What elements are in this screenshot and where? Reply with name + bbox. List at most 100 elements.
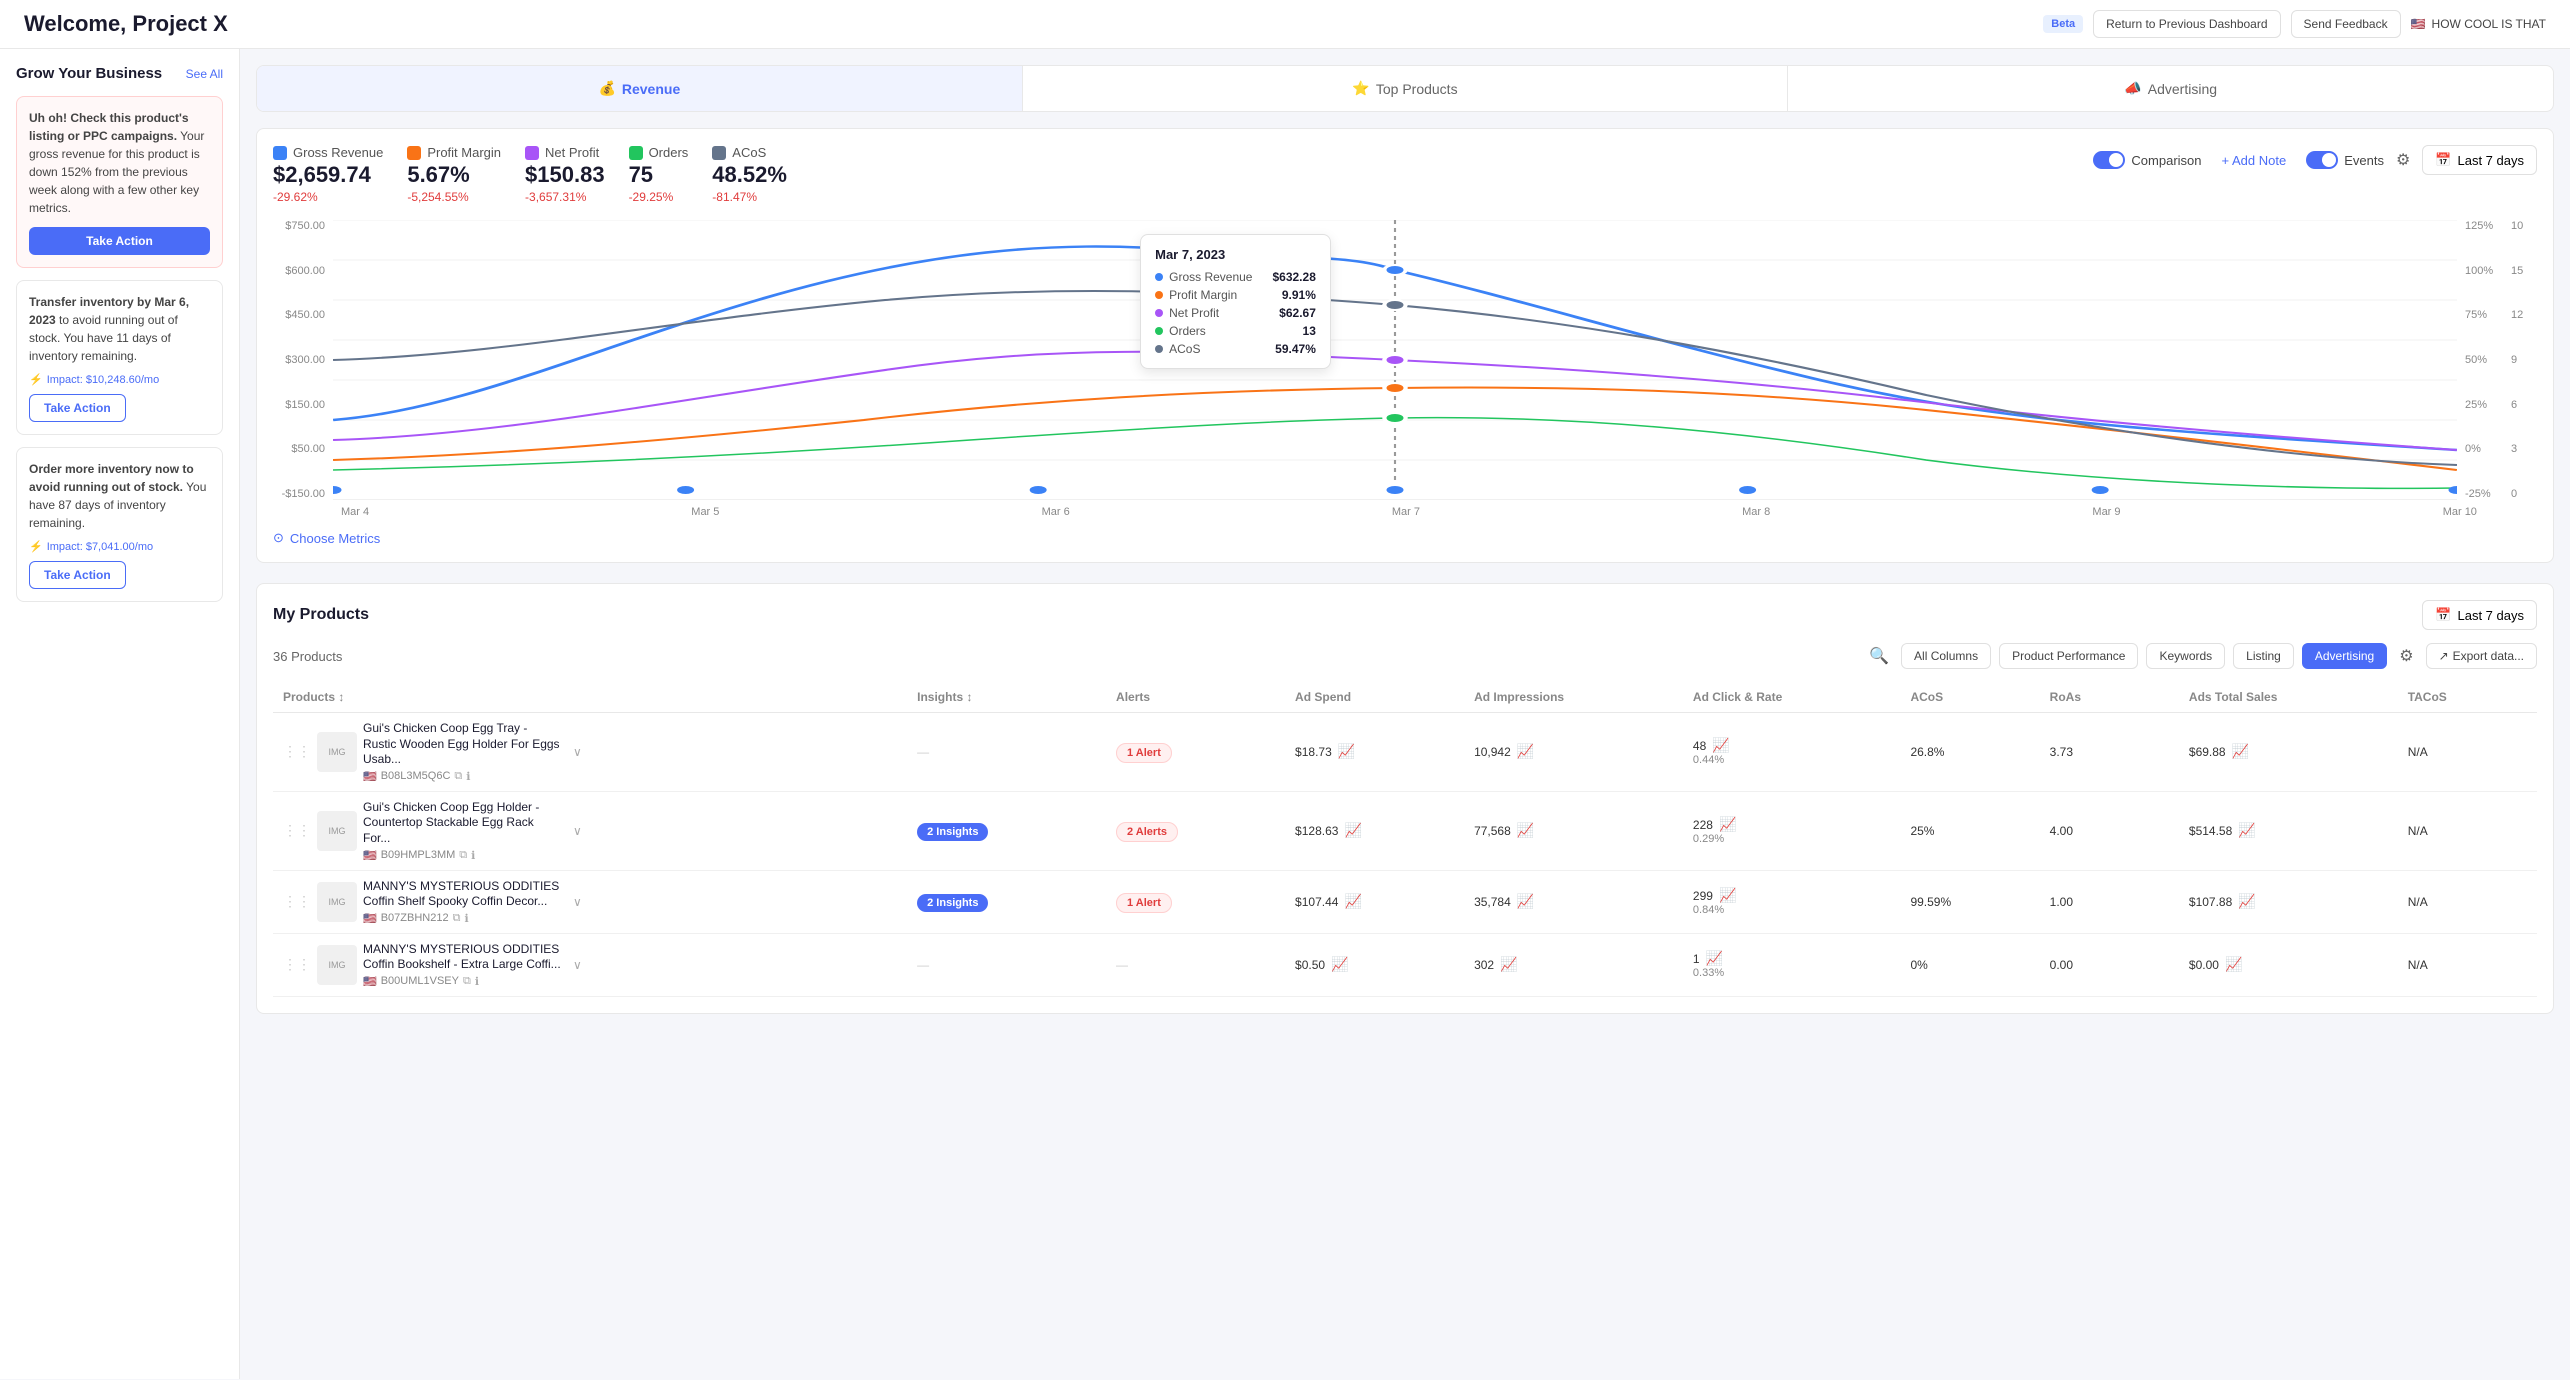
ad-spend-chart-icon[interactable]: 📈 bbox=[1331, 956, 1348, 973]
listing-button[interactable]: Listing bbox=[2233, 643, 2294, 669]
th-insights[interactable]: Insights ↕ bbox=[907, 682, 1106, 713]
advertising-column-button[interactable]: Advertising bbox=[2302, 643, 2387, 669]
ad-click-chart-icon[interactable]: 📈 bbox=[1712, 737, 1729, 754]
export-button[interactable]: ↗ Export data... bbox=[2426, 643, 2537, 669]
ads-total-sales-chart-icon[interactable]: 📈 bbox=[2232, 743, 2249, 760]
user-info: 🇺🇸 HOW COOL IS THAT bbox=[2411, 17, 2546, 31]
products-table: Products ↕ Insights ↕ Alerts Ad Spend bbox=[273, 682, 2537, 997]
take-action-button-1[interactable]: Take Action bbox=[29, 227, 210, 255]
comparison-toggle-switch[interactable] bbox=[2093, 151, 2125, 169]
ad-spend-chart-icon[interactable]: 📈 bbox=[1344, 822, 1361, 839]
tab-revenue[interactable]: 💰 Revenue bbox=[257, 66, 1023, 111]
revenue-icon: 💰 bbox=[598, 80, 615, 97]
copy-icon[interactable]: ⧉ bbox=[459, 849, 467, 862]
alert-badge[interactable]: 1 Alert bbox=[1116, 893, 1172, 913]
comparison-toggle: Comparison bbox=[2093, 151, 2201, 169]
tacos-cell-value: N/A bbox=[2408, 824, 2428, 838]
gear-settings-icon[interactable]: ⚙ bbox=[2396, 150, 2410, 170]
events-toggle-switch[interactable] bbox=[2306, 151, 2338, 169]
search-button[interactable]: 🔍 bbox=[1865, 642, 1893, 670]
chart-tooltip: Mar 7, 2023 Gross Revenue $632.28 Pr bbox=[1140, 234, 1331, 369]
expand-arrow[interactable]: ∨ bbox=[573, 745, 582, 759]
copy-icon[interactable]: ⧉ bbox=[463, 975, 471, 988]
acos-value: 48.52% bbox=[712, 162, 787, 188]
take-action-button-2[interactable]: Take Action bbox=[29, 394, 126, 422]
y-label-3: $300.00 bbox=[273, 354, 325, 366]
ad-impressions-value: 35,784 bbox=[1474, 895, 1511, 909]
tab-advertising[interactable]: 📣 Advertising bbox=[1788, 66, 2553, 111]
drag-handle[interactable]: ⋮⋮ bbox=[283, 822, 311, 839]
advertising-tab-label: Advertising bbox=[2148, 81, 2217, 97]
info-icon[interactable]: ℹ bbox=[471, 849, 475, 862]
alert-badge[interactable]: 2 Alerts bbox=[1116, 822, 1178, 842]
ad-click-value: 48 bbox=[1693, 739, 1706, 753]
header-right: Beta Return to Previous Dashboard Send F… bbox=[2043, 10, 2546, 38]
tooltip-date: Mar 7, 2023 bbox=[1155, 247, 1316, 262]
see-all-link[interactable]: See All bbox=[186, 67, 223, 81]
products-count: 36 Products bbox=[273, 649, 342, 664]
ad-click-chart-icon[interactable]: 📈 bbox=[1719, 816, 1736, 833]
products-toolbar: 36 Products 🔍 All Columns Product Perfor… bbox=[273, 642, 2537, 670]
y-axis-right: 125%100%75%50%25%0%-25% bbox=[2457, 220, 2507, 500]
copy-icon[interactable]: ⧉ bbox=[453, 912, 461, 925]
ads-total-sales-chart-icon[interactable]: 📈 bbox=[2238, 893, 2255, 910]
copy-icon[interactable]: ⧉ bbox=[454, 770, 462, 783]
product-performance-button[interactable]: Product Performance bbox=[1999, 643, 2138, 669]
choose-metrics-button[interactable]: ⊙ Choose Metrics bbox=[273, 530, 380, 546]
drag-handle[interactable]: ⋮⋮ bbox=[283, 893, 311, 910]
info-icon[interactable]: ℹ bbox=[464, 912, 468, 925]
chart-right-controls: Comparison + Add Note Events ⚙ 📅 Last 7 … bbox=[2093, 145, 2537, 175]
ad-spend-chart-icon[interactable]: 📈 bbox=[1338, 743, 1355, 760]
insights-badge[interactable]: 2 Insights bbox=[917, 894, 988, 912]
ad-click-chart-icon[interactable]: 📈 bbox=[1706, 950, 1723, 967]
return-dashboard-button[interactable]: Return to Previous Dashboard bbox=[2093, 10, 2280, 38]
ad-click-chart-icon[interactable]: 📈 bbox=[1719, 887, 1736, 904]
ads-total-sales-chart-icon[interactable]: 📈 bbox=[2225, 956, 2242, 973]
info-icon[interactable]: ℹ bbox=[466, 770, 470, 783]
ad-impressions-chart-icon[interactable]: 📈 bbox=[1517, 743, 1534, 760]
net-profit-check bbox=[525, 146, 539, 160]
add-note-button[interactable]: + Add Note bbox=[2214, 149, 2295, 172]
table-settings-button[interactable]: ⚙ bbox=[2395, 642, 2417, 670]
metric-orders: Orders 75 -29.25% bbox=[629, 145, 689, 204]
expand-arrow[interactable]: ∨ bbox=[573, 958, 582, 972]
impact-icon-2: ⚡ bbox=[29, 540, 43, 553]
tab-top-products[interactable]: ⭐ Top Products bbox=[1023, 66, 1789, 111]
ad-impressions-chart-icon[interactable]: 📈 bbox=[1517, 893, 1534, 910]
ad-impressions-chart-icon[interactable]: 📈 bbox=[1500, 956, 1517, 973]
page-title: Welcome, Project X bbox=[24, 11, 228, 37]
keywords-button[interactable]: Keywords bbox=[2146, 643, 2225, 669]
profit-margin-value: 5.67% bbox=[407, 162, 501, 188]
y-label-2: $450.00 bbox=[273, 309, 325, 321]
drag-handle[interactable]: ⋮⋮ bbox=[283, 956, 311, 973]
product-img: IMG bbox=[317, 882, 357, 922]
ad-impressions-chart-icon[interactable]: 📈 bbox=[1517, 822, 1534, 839]
take-action-button-3[interactable]: Take Action bbox=[29, 561, 126, 589]
products-date-range-button[interactable]: 📅 Last 7 days bbox=[2422, 600, 2537, 630]
ad-spend-chart-icon[interactable]: 📈 bbox=[1344, 893, 1361, 910]
tooltip-row-3: Net Profit $62.67 bbox=[1155, 306, 1316, 320]
drag-handle[interactable]: ⋮⋮ bbox=[283, 743, 311, 760]
ad-spend-value: $0.50 bbox=[1295, 958, 1325, 972]
send-feedback-button[interactable]: Send Feedback bbox=[2291, 10, 2401, 38]
expand-arrow[interactable]: ∨ bbox=[573, 824, 582, 838]
th-products[interactable]: Products ↕ bbox=[273, 682, 907, 713]
ad-spend-value: $128.63 bbox=[1295, 824, 1338, 838]
sidebar-header: Grow Your Business See All bbox=[16, 65, 223, 82]
info-icon[interactable]: ℹ bbox=[475, 975, 479, 988]
x-label-2: Mar 6 bbox=[1042, 506, 1070, 518]
alert-badge[interactable]: 1 Alert bbox=[1116, 743, 1172, 763]
date-range-button[interactable]: 📅 Last 7 days bbox=[2422, 145, 2537, 175]
roas-cell-value: 3.73 bbox=[2050, 745, 2073, 759]
tooltip-value-1: $632.28 bbox=[1272, 270, 1315, 284]
th-roas: RoAs bbox=[2040, 682, 2179, 713]
export-label: Export data... bbox=[2453, 649, 2524, 663]
impact-value-2: Impact: $7,041.00/mo bbox=[47, 541, 153, 553]
profit-margin-label: Profit Margin bbox=[427, 145, 501, 160]
ads-total-sales-chart-icon[interactable]: 📈 bbox=[2238, 822, 2255, 839]
tooltip-row-4: Orders 13 bbox=[1155, 324, 1316, 338]
expand-arrow[interactable]: ∨ bbox=[573, 895, 582, 909]
all-columns-button[interactable]: All Columns bbox=[1901, 643, 1991, 669]
insights-badge[interactable]: 2 Insights bbox=[917, 823, 988, 841]
alert-card-1-bold: Uh oh! Check this product's listing or P… bbox=[29, 111, 189, 143]
